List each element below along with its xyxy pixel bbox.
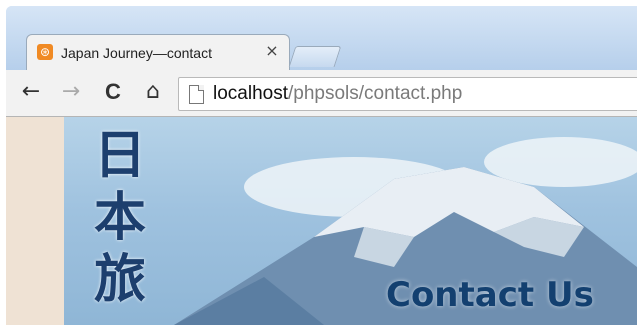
new-tab-button[interactable] [288, 46, 342, 67]
header-banner: 日 本 旅 Contact Us [64, 117, 637, 325]
browser-window: ⊛ Japan Journey—contact × ← → C ⌂ localh… [6, 6, 637, 325]
tab-strip: ⊛ Japan Journey—contact × [6, 6, 637, 71]
close-tab-icon[interactable]: × [263, 42, 281, 60]
page-icon [189, 85, 204, 104]
logo-char: 本 [94, 187, 147, 248]
logo-char: 旅 [94, 249, 147, 310]
browser-toolbar: ← → C ⌂ localhost/phpsols/contact.php [6, 70, 637, 117]
xampp-icon: ⊛ [37, 44, 53, 60]
url-host: localhost [213, 83, 288, 104]
reload-icon[interactable]: C [100, 79, 126, 105]
url-path: /phpsols/contact.php [288, 83, 463, 104]
page-viewport: 日 本 旅 Contact Us [6, 117, 637, 325]
page-margin [6, 117, 64, 325]
back-arrow-icon[interactable]: ← [18, 79, 44, 105]
forward-arrow-icon[interactable]: → [58, 79, 84, 105]
url-text[interactable]: localhost/phpsols/contact.php [213, 83, 462, 105]
site-logo: 日 本 旅 [94, 125, 164, 311]
tab-title: Japan Journey—contact [61, 45, 212, 61]
tab-active[interactable]: ⊛ Japan Journey—contact × [26, 34, 290, 71]
logo-char: 日 [94, 125, 147, 186]
home-icon[interactable]: ⌂ [140, 79, 166, 105]
page-title: Contact Us [386, 275, 594, 315]
address-bar[interactable]: localhost/phpsols/contact.php [178, 77, 637, 111]
